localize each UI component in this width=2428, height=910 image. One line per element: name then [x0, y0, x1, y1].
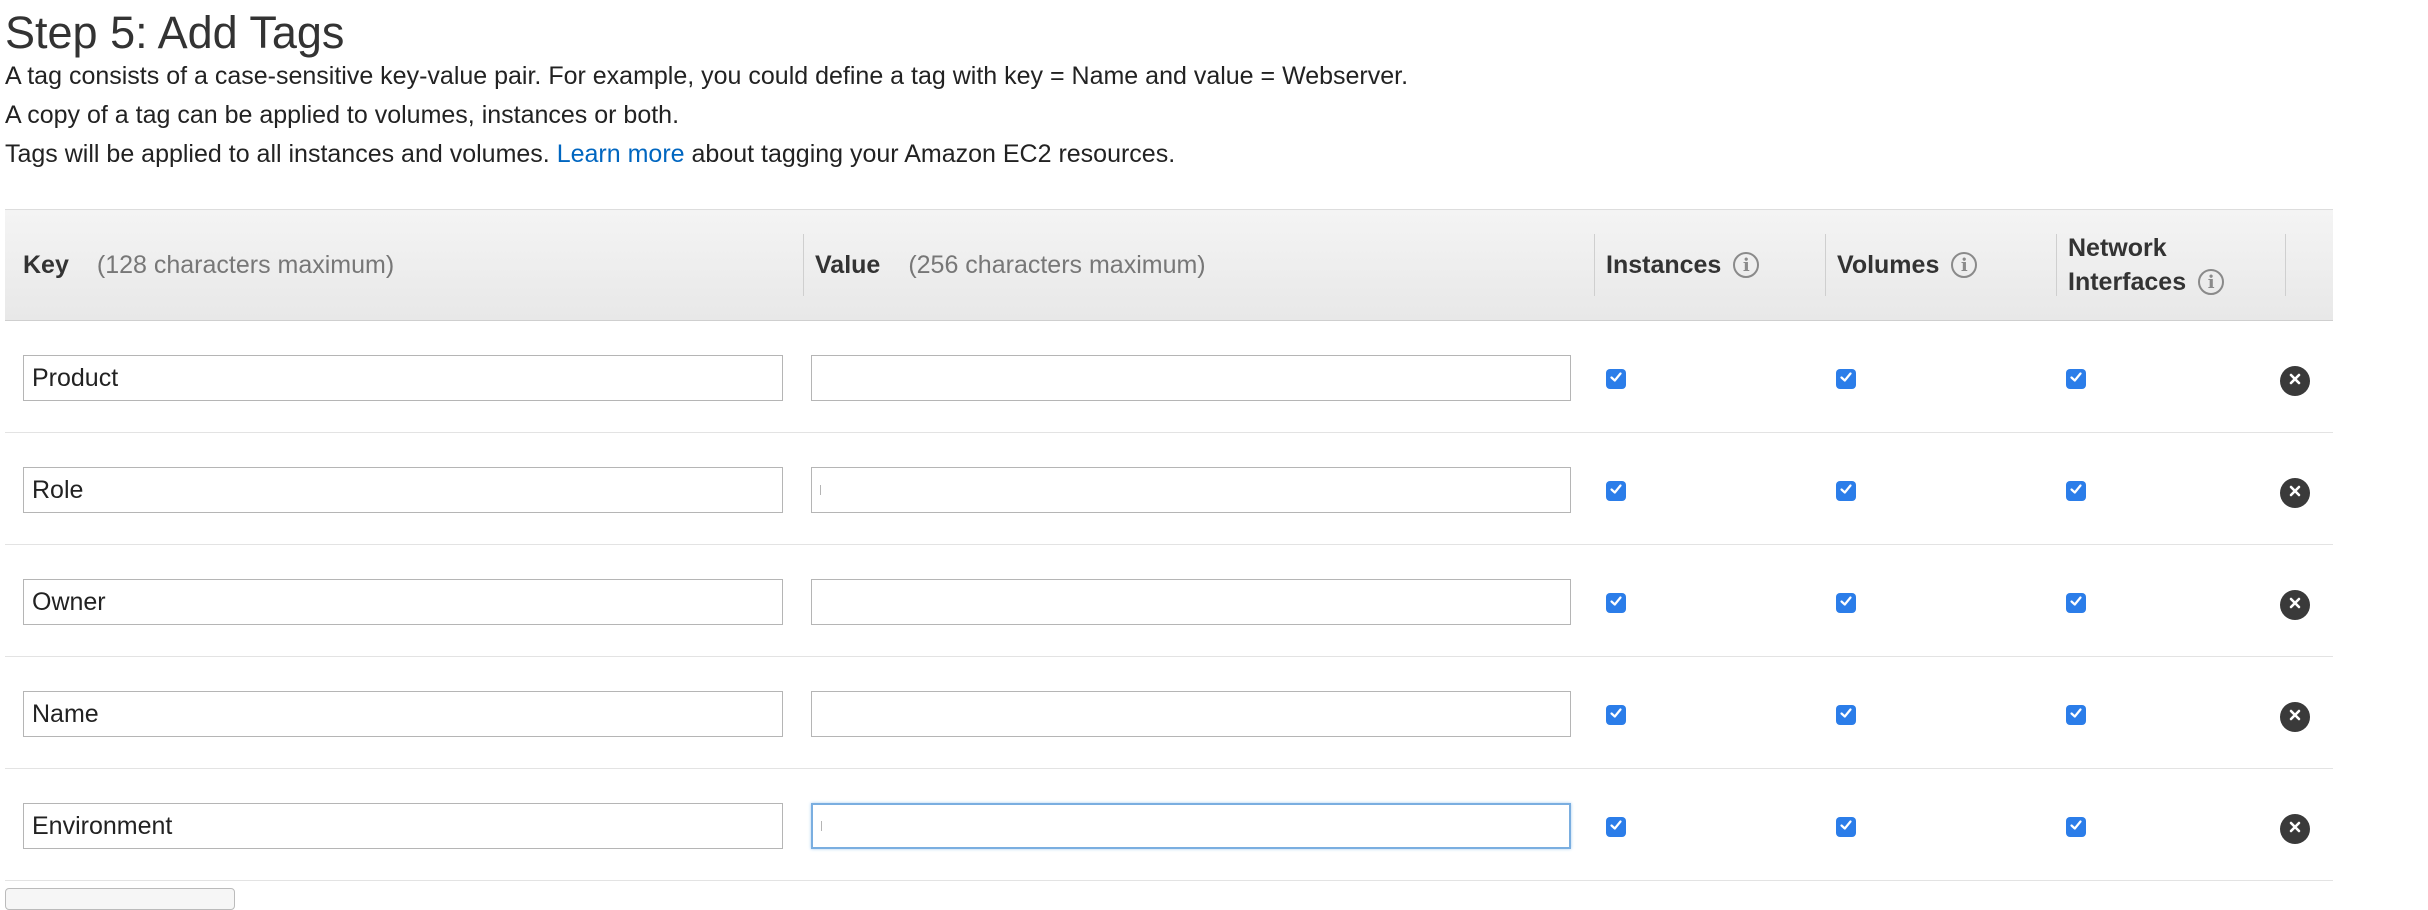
check-icon	[2069, 482, 2083, 501]
description-line-3-prefix: Tags will be applied to all instances an…	[5, 140, 550, 168]
tag-key-input[interactable]: Product	[23, 355, 783, 401]
check-icon	[1609, 482, 1623, 501]
header-network-interfaces-label: Network Interfaces	[2068, 231, 2186, 299]
tag-key-value: Product	[32, 363, 119, 392]
header-volumes: Volumes i	[1824, 210, 1978, 320]
tags-table-body: Product Role Owner Name Environment	[5, 321, 2333, 881]
header-instances-label: Instances	[1606, 250, 1722, 279]
header-value-hint: (256 characters maximum)	[908, 250, 1206, 279]
check-icon	[1839, 594, 1853, 613]
tag-value-input[interactable]	[811, 355, 1571, 401]
tag-row: Owner	[5, 545, 2333, 657]
tag-row: Product	[5, 321, 2333, 433]
remove-tag-button[interactable]	[2280, 590, 2310, 620]
volumes-checkbox[interactable]	[1836, 369, 1856, 389]
tag-key-value: Role	[32, 475, 84, 504]
page-title: Step 5: Add Tags	[5, 7, 345, 58]
header-instances: Instances i	[1593, 210, 1760, 320]
remove-tag-button[interactable]	[2280, 366, 2310, 396]
volumes-checkbox[interactable]	[1836, 817, 1856, 837]
check-icon	[1609, 594, 1623, 613]
check-icon	[2069, 818, 2083, 837]
header-value: Value (256 characters maximum)	[803, 210, 1206, 320]
close-circle-icon	[2288, 372, 2302, 391]
add-tag-button[interactable]	[5, 888, 235, 910]
tag-key-value: Owner	[32, 587, 106, 616]
tag-value-input[interactable]	[811, 691, 1571, 737]
tags-table: Key (128 characters maximum) Value (256 …	[5, 209, 2333, 881]
header-volumes-label: Volumes	[1837, 250, 1940, 279]
check-icon	[1609, 706, 1623, 725]
instances-checkbox[interactable]	[1606, 369, 1626, 389]
tag-row: Environment	[5, 769, 2333, 881]
tag-value-input[interactable]	[811, 803, 1571, 849]
description-line-3-suffix: about tagging your Amazon EC2 resources.	[691, 140, 1176, 168]
close-circle-icon	[2288, 708, 2302, 727]
tag-value-input[interactable]	[811, 579, 1571, 625]
remove-tag-button[interactable]	[2280, 478, 2310, 508]
check-icon	[1839, 818, 1853, 837]
instances-checkbox[interactable]	[1606, 481, 1626, 501]
description-line-1: A tag consists of a case-sensitive key-v…	[5, 62, 1409, 90]
check-icon	[1839, 706, 1853, 725]
close-circle-icon	[2288, 820, 2302, 839]
header-network-line-1: Network	[2068, 234, 2167, 262]
header-key-hint: (128 characters maximum)	[96, 250, 395, 279]
volumes-checkbox[interactable]	[1836, 593, 1856, 613]
network-interfaces-checkbox[interactable]	[2066, 369, 2086, 389]
text-caret	[820, 485, 821, 495]
header-network-line-2: Interfaces	[2068, 268, 2187, 296]
learn-more-link[interactable]: Learn more	[557, 140, 685, 168]
network-interfaces-checkbox[interactable]	[2066, 705, 2086, 725]
tag-key-input[interactable]: Environment	[23, 803, 783, 849]
description-line-2: A copy of a tag can be applied to volume…	[5, 101, 680, 129]
close-circle-icon	[2288, 484, 2302, 503]
volumes-checkbox[interactable]	[1836, 481, 1856, 501]
instances-checkbox[interactable]	[1606, 705, 1626, 725]
tag-key-input[interactable]: Owner	[23, 579, 783, 625]
tag-key-value: Name	[32, 699, 99, 728]
tag-key-input[interactable]: Role	[23, 467, 783, 513]
instances-checkbox[interactable]	[1606, 817, 1626, 837]
description-line-3: Tags will be applied to all instances an…	[5, 138, 1175, 170]
header-value-label: Value	[815, 250, 881, 279]
network-interfaces-checkbox[interactable]	[2066, 481, 2086, 501]
header-key: Key (128 characters maximum)	[23, 210, 394, 320]
check-icon	[2069, 706, 2083, 725]
volumes-checkbox[interactable]	[1836, 705, 1856, 725]
tag-row: Role	[5, 433, 2333, 545]
text-caret	[821, 821, 822, 831]
tag-value-input[interactable]	[811, 467, 1571, 513]
network-interfaces-checkbox[interactable]	[2066, 593, 2086, 613]
header-key-label: Key	[23, 250, 69, 279]
add-tags-page: Step 5: Add Tags A tag consists of a cas…	[0, 0, 2428, 910]
header-network-interfaces: Network Interfaces i	[2055, 210, 2225, 320]
check-icon	[2069, 370, 2083, 389]
check-icon	[1839, 370, 1853, 389]
remove-tag-button[interactable]	[2280, 702, 2310, 732]
check-icon	[1609, 818, 1623, 837]
instances-checkbox[interactable]	[1606, 593, 1626, 613]
check-icon	[2069, 594, 2083, 613]
info-icon[interactable]: i	[1951, 252, 1978, 278]
remove-tag-button[interactable]	[2280, 814, 2310, 844]
network-interfaces-checkbox[interactable]	[2066, 817, 2086, 837]
close-circle-icon	[2288, 596, 2302, 615]
check-icon	[1839, 482, 1853, 501]
tag-key-value: Environment	[32, 811, 173, 840]
check-icon	[1609, 370, 1623, 389]
tag-key-input[interactable]: Name	[23, 691, 783, 737]
tag-row: Name	[5, 657, 2333, 769]
info-icon[interactable]: i	[2198, 269, 2225, 295]
info-icon[interactable]: i	[1733, 252, 1760, 278]
tags-table-header: Key (128 characters maximum) Value (256 …	[5, 209, 2333, 321]
